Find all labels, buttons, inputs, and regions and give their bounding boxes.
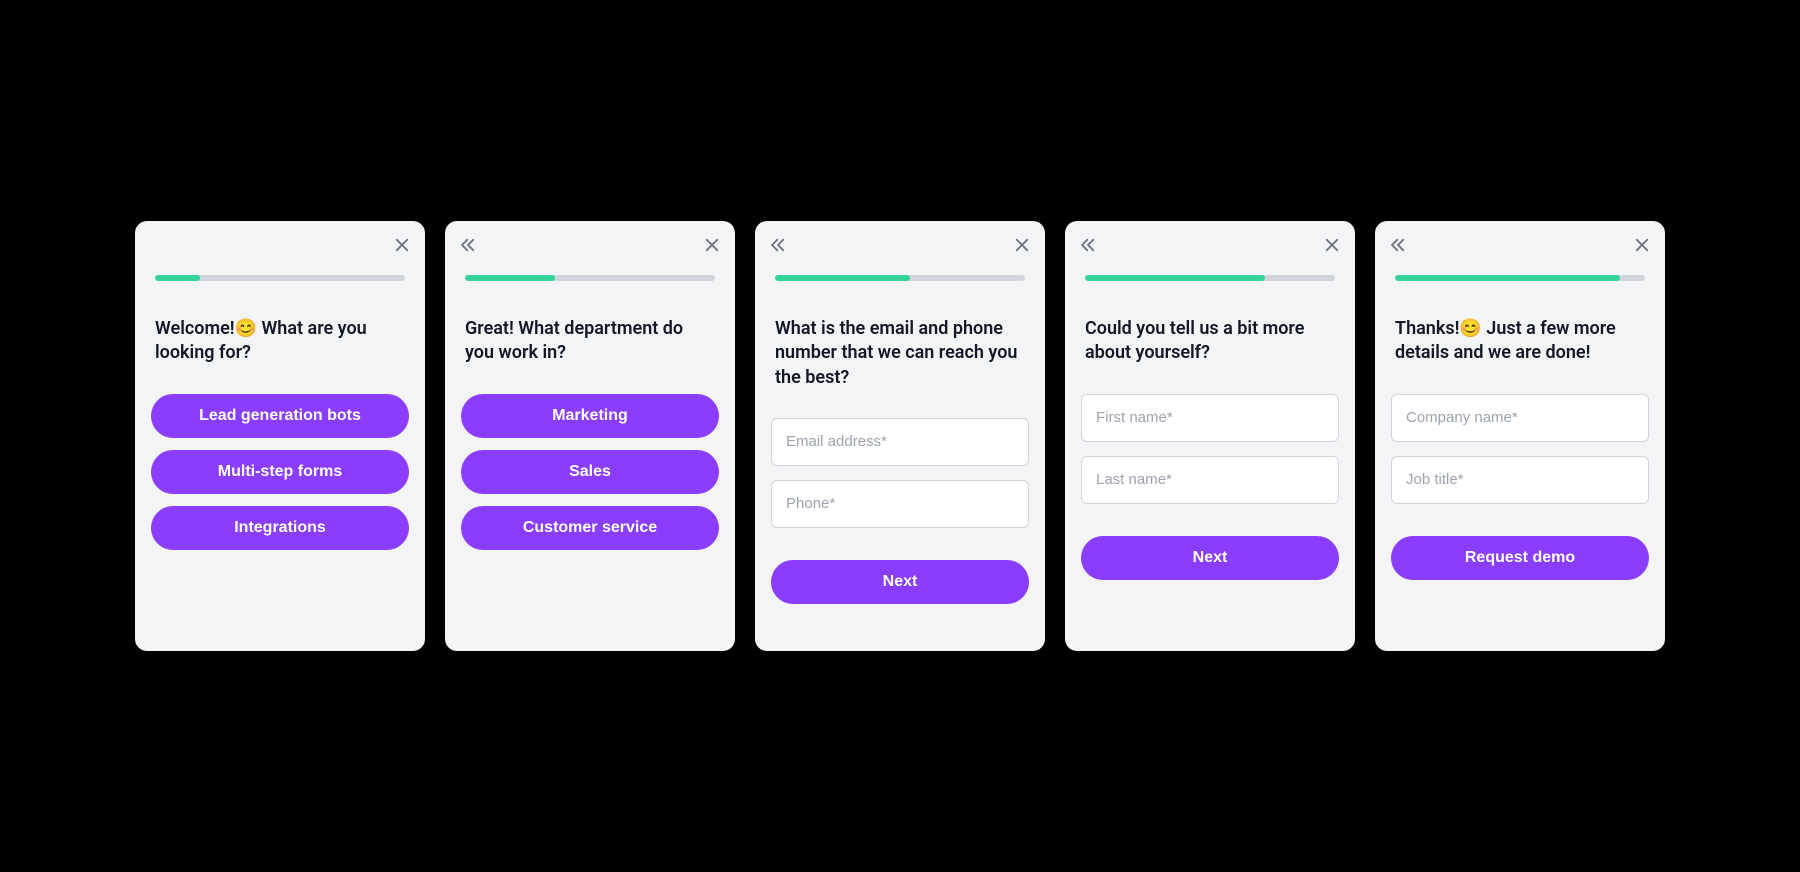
form-card-1: Welcome!😊 What are you looking for? Lead…	[135, 221, 425, 651]
progress-bar	[155, 275, 405, 281]
option-marketing[interactable]: Marketing	[461, 394, 719, 438]
progress-bar	[1085, 275, 1335, 281]
close-icon[interactable]	[1013, 236, 1031, 254]
company-field[interactable]	[1391, 394, 1649, 442]
back-icon[interactable]	[459, 236, 477, 254]
option-sales[interactable]: Sales	[461, 450, 719, 494]
card-top-bar	[769, 235, 1031, 255]
email-field[interactable]	[771, 418, 1029, 466]
card-top-bar	[459, 235, 721, 255]
field-list: Next	[769, 418, 1031, 604]
progress-fill	[1085, 275, 1265, 281]
progress-bar	[775, 275, 1025, 281]
prompt-text: Could you tell us a bit more about yours…	[1079, 317, 1341, 366]
phone-field[interactable]	[771, 480, 1029, 528]
form-card-5: Thanks!😊 Just a few more details and we …	[1375, 221, 1665, 651]
request-demo-button[interactable]: Request demo	[1391, 536, 1649, 580]
next-button[interactable]: Next	[771, 560, 1029, 604]
prompt-text: Thanks!😊 Just a few more details and we …	[1389, 317, 1651, 366]
back-icon[interactable]	[769, 236, 787, 254]
close-icon[interactable]	[703, 236, 721, 254]
option-lead-generation-bots[interactable]: Lead generation bots	[151, 394, 409, 438]
prompt-text: Great! What department do you work in?	[459, 317, 721, 366]
progress-fill	[465, 275, 555, 281]
job-title-field[interactable]	[1391, 456, 1649, 504]
prompt-text: Welcome!😊 What are you looking for?	[149, 317, 411, 366]
option-multi-step-forms[interactable]: Multi-step forms	[151, 450, 409, 494]
progress-fill	[155, 275, 200, 281]
progress-bar	[1395, 275, 1645, 281]
form-card-2: Great! What department do you work in? M…	[445, 221, 735, 651]
field-list: Request demo	[1389, 394, 1651, 580]
option-customer-service[interactable]: Customer service	[461, 506, 719, 550]
first-name-field[interactable]	[1081, 394, 1339, 442]
field-list: Next	[1079, 394, 1341, 580]
option-list: Marketing Sales Customer service	[459, 394, 721, 550]
card-top-bar	[149, 235, 411, 255]
form-card-3: What is the email and phone number that …	[755, 221, 1045, 651]
option-integrations[interactable]: Integrations	[151, 506, 409, 550]
back-icon[interactable]	[1389, 236, 1407, 254]
prompt-text: What is the email and phone number that …	[769, 317, 1031, 390]
form-card-4: Could you tell us a bit more about yours…	[1065, 221, 1355, 651]
back-icon[interactable]	[1079, 236, 1097, 254]
close-icon[interactable]	[1633, 236, 1651, 254]
card-top-bar	[1389, 235, 1651, 255]
close-icon[interactable]	[393, 236, 411, 254]
progress-bar	[465, 275, 715, 281]
next-button[interactable]: Next	[1081, 536, 1339, 580]
last-name-field[interactable]	[1081, 456, 1339, 504]
progress-fill	[1395, 275, 1620, 281]
card-top-bar	[1079, 235, 1341, 255]
option-list: Lead generation bots Multi-step forms In…	[149, 394, 411, 550]
close-icon[interactable]	[1323, 236, 1341, 254]
progress-fill	[775, 275, 910, 281]
